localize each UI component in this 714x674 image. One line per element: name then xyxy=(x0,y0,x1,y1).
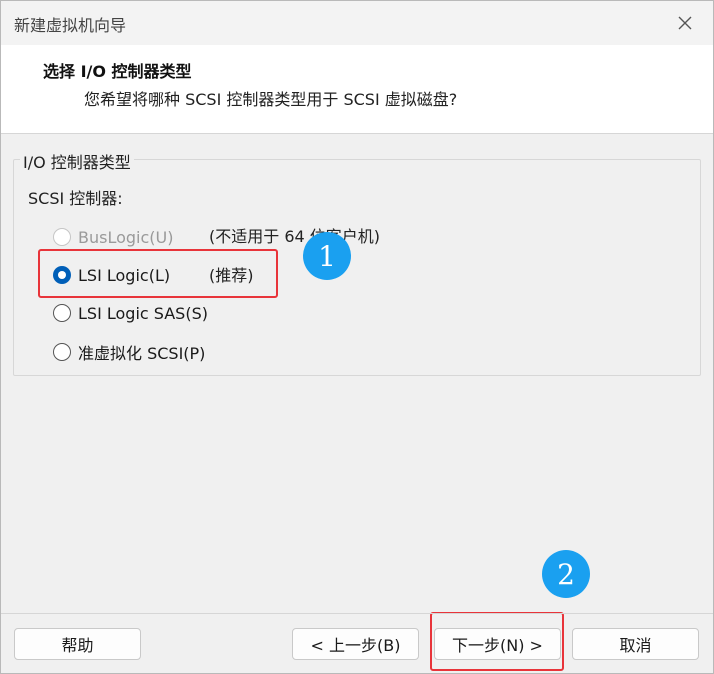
step-badge-2: 2 xyxy=(542,550,590,598)
footer-separator xyxy=(1,613,713,614)
step-badge-1: 1 xyxy=(303,232,351,280)
buslogic-note: (不适用于 64 位客户机) xyxy=(209,227,381,246)
close-button[interactable] xyxy=(657,1,713,45)
page-title: 选择 I/O 控制器类型 xyxy=(43,62,192,81)
page-subtitle: 您希望将哪种 SCSI 控制器类型用于 SCSI 虚拟磁盘? xyxy=(84,90,458,109)
radio-button-lsi-logic-sas[interactable] xyxy=(53,304,71,322)
close-icon xyxy=(678,16,692,30)
radio-option-paravirtual-scsi[interactable]: 准虚拟化 SCSI(P) xyxy=(53,340,205,364)
cancel-button[interactable]: 取消 xyxy=(572,628,699,660)
highlight-box-lsi-logic xyxy=(38,249,278,298)
next-button[interactable]: 下一步(N) > xyxy=(434,628,561,660)
back-button[interactable]: < 上一步(B) xyxy=(292,628,419,660)
radio-label-buslogic: BusLogic(U) xyxy=(78,227,174,247)
radio-option-lsi-logic-sas[interactable]: LSI Logic SAS(S) xyxy=(53,301,208,325)
wizard-header: 选择 I/O 控制器类型 您希望将哪种 SCSI 控制器类型用于 SCSI 虚拟… xyxy=(1,45,713,134)
scsi-controller-label: SCSI 控制器: xyxy=(28,189,123,208)
radio-button-paravirtual-scsi[interactable] xyxy=(53,343,71,361)
radio-label-paravirtual-scsi: 准虚拟化 SCSI(P) xyxy=(78,344,206,363)
radio-option-buslogic: BusLogic(U) xyxy=(53,225,173,249)
new-vm-wizard-window: 新建虚拟机向导 选择 I/O 控制器类型 您希望将哪种 SCSI 控制器类型用于… xyxy=(0,0,714,674)
groupbox-legend: I/O 控制器类型 xyxy=(20,149,134,173)
radio-label-lsi-logic-sas: LSI Logic SAS(S) xyxy=(78,303,208,323)
window-title: 新建虚拟机向导 xyxy=(14,16,127,35)
radio-button-buslogic xyxy=(53,228,71,246)
title-bar: 新建虚拟机向导 xyxy=(1,1,713,45)
help-button[interactable]: 帮助 xyxy=(14,628,141,660)
